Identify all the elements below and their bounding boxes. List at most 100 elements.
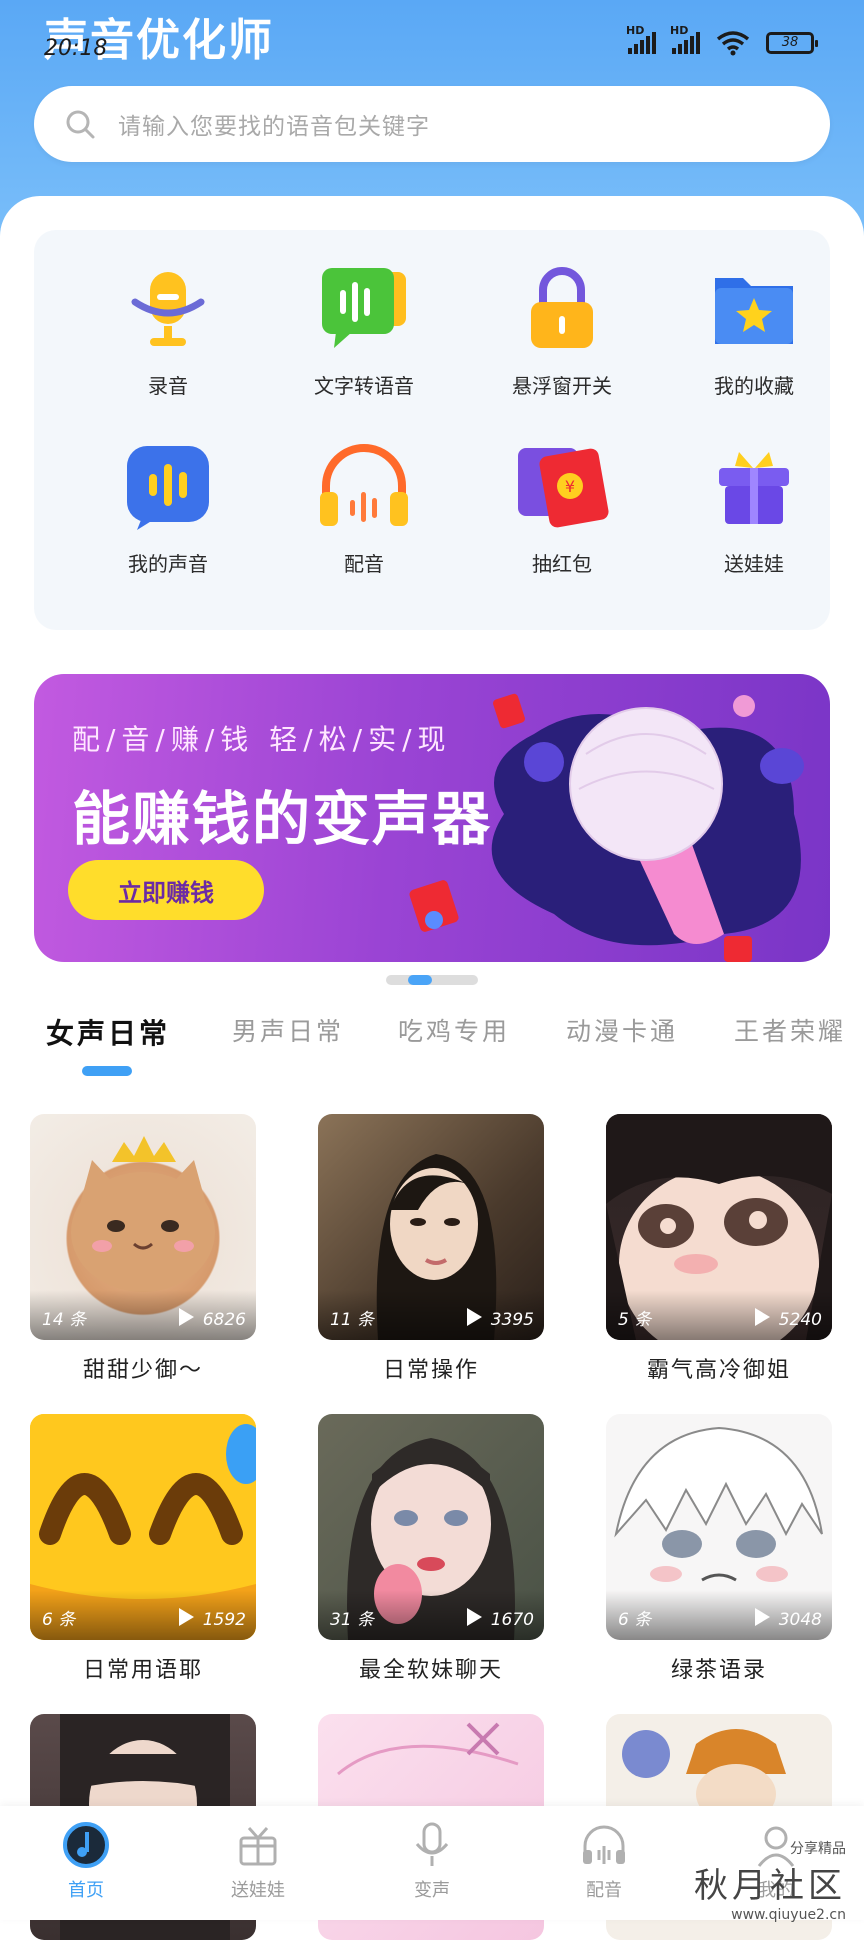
tab-male-daily[interactable]: 男声日常: [232, 1012, 344, 1048]
clip-count: 11 条: [330, 1310, 375, 1330]
wifi-icon: [716, 31, 750, 56]
card-thumbnail: 11 条 3395: [318, 1114, 544, 1340]
nav-voice-change[interactable]: 变声: [372, 1820, 492, 1902]
nav-label: 送娃娃: [231, 1880, 285, 1901]
card-thumbnail: 6 条 1592: [30, 1414, 256, 1640]
headphones-icon: [320, 444, 408, 526]
banner-subtitle: 配/音/赚/钱 轻/松/实/现: [72, 723, 452, 756]
tab-anime[interactable]: 动漫卡通: [566, 1012, 678, 1048]
voice-pack-card[interactable]: 31 条 1670 最全软妹聊天: [318, 1414, 544, 1684]
signal-hd-label: HD: [670, 24, 689, 37]
card-title: 霸气高冷御姐: [646, 1358, 791, 1383]
gift-icon: [239, 1826, 277, 1866]
clip-count: 6 条: [42, 1610, 76, 1630]
card-title: 日常用语耶: [82, 1658, 203, 1683]
tab-pubg[interactable]: 吃鸡专用: [398, 1012, 510, 1048]
svg-text:¥: ¥: [565, 477, 575, 496]
feature-my-voice[interactable]: 我的声音: [78, 442, 258, 577]
lock-icon: [531, 267, 593, 348]
play-icon: [755, 1608, 770, 1626]
nav-dubbing[interactable]: 配音: [544, 1820, 664, 1902]
feature-gift[interactable]: 送娃娃: [664, 442, 844, 577]
watermark-line2: 秋月社区: [694, 1866, 846, 1906]
tab-indicator: [82, 1066, 132, 1076]
nav-label: 首页: [68, 1880, 104, 1901]
nav-gift[interactable]: 送娃娃: [198, 1820, 318, 1902]
play-icon: [467, 1608, 482, 1626]
soundwave-icon: [127, 446, 209, 530]
red-envelope-icon: ¥: [518, 448, 609, 528]
star-folder-icon: [715, 278, 793, 344]
card-thumbnail: 14 条 6826: [30, 1114, 256, 1340]
microphone-icon: [415, 1822, 449, 1866]
card-thumbnail: 5 条 5240: [606, 1114, 832, 1340]
feature-label: 抽红包: [532, 552, 592, 576]
status-time: 20:18: [44, 36, 108, 61]
feature-record[interactable]: 录音: [78, 264, 258, 399]
watermark: 分享精品 秋月社区 www.qiuyue2.cn: [694, 1838, 846, 1923]
clip-count: 31 条: [330, 1610, 375, 1630]
play-icon: [467, 1308, 482, 1326]
signal-hd-label: HD: [626, 24, 645, 37]
feature-label: 我的收藏: [714, 374, 794, 398]
carousel-indicator-active: [408, 975, 432, 985]
card-title: 绿茶语录: [670, 1658, 767, 1683]
feature-label: 配音: [344, 552, 384, 576]
search-icon: [66, 110, 95, 139]
status-bar-icons: HD HD 38: [626, 24, 818, 56]
voice-pack-card[interactable]: 6 条 3048 绿茶语录: [606, 1414, 832, 1684]
nav-label: 配音: [586, 1880, 622, 1901]
feature-label: 录音: [148, 374, 188, 398]
nav-home[interactable]: 首页: [26, 1820, 146, 1902]
watermark-line3: www.qiuyue2.cn: [731, 1907, 846, 1923]
signal-icon: HD: [670, 24, 700, 54]
feature-red-envelope[interactable]: ¥ 抽红包: [472, 442, 652, 577]
feature-tts[interactable]: 文字转语音: [274, 264, 454, 399]
feature-float-window[interactable]: 悬浮窗开关: [472, 264, 652, 399]
play-icon: [755, 1308, 770, 1326]
home-disc-icon: [63, 1822, 109, 1868]
tab-honor-of-kings[interactable]: 王者荣耀: [734, 1012, 846, 1048]
play-count: 1592: [202, 1610, 246, 1630]
voice-pack-card[interactable]: 6 条 1592 日常用语耶: [30, 1414, 256, 1684]
play-count: 5240: [778, 1310, 822, 1330]
clip-count: 14 条: [42, 1310, 87, 1330]
feature-dubbing[interactable]: 配音: [274, 442, 454, 577]
card-title: 最全软妹聊天: [358, 1658, 503, 1683]
promo-banner[interactable]: 配/音/赚/钱 轻/松/实/现 能赚钱的变声器 立即赚钱: [34, 674, 830, 962]
feature-label: 悬浮窗开关: [512, 374, 612, 398]
card-title: 甜甜少御～: [82, 1358, 203, 1383]
category-tabs: 女声日常 男声日常 吃鸡专用 动漫卡通 王者荣耀: [0, 1012, 864, 1102]
feature-label: 文字转语音: [314, 374, 414, 398]
play-icon: [179, 1608, 194, 1626]
play-count: 6826: [202, 1310, 246, 1330]
play-count: 3048: [778, 1610, 822, 1630]
play-icon: [179, 1308, 194, 1326]
gift-icon: [719, 452, 789, 524]
voice-pack-card[interactable]: 14 条 6826 甜甜少御～: [30, 1114, 256, 1384]
voice-pack-card[interactable]: 5 条 5240 霸气高冷御姐: [606, 1114, 832, 1384]
earn-now-button[interactable]: 立即赚钱: [68, 860, 264, 920]
feature-grid: 录音 文字转语音 悬浮窗开关 我的收藏 我的声音 配音 ¥ 抽红包 送娃娃: [34, 230, 830, 630]
clip-count: 5 条: [618, 1310, 652, 1330]
card-thumbnail: 31 条 1670: [318, 1414, 544, 1640]
feature-label: 我的声音: [128, 552, 208, 576]
card-thumbnail: 6 条 3048: [606, 1414, 832, 1640]
signal-icon: HD: [626, 24, 656, 54]
headphones-icon: [583, 1825, 625, 1864]
microphone-icon: [131, 272, 205, 346]
chat-bubble-icon: [322, 268, 406, 348]
nav-label: 变声: [414, 1880, 450, 1901]
search-bar[interactable]: 请输入您要找的语音包关键字: [34, 86, 830, 162]
carousel-indicator: [386, 975, 478, 985]
watermark-line1: 分享精品: [790, 1841, 846, 1857]
card-title: 日常操作: [382, 1358, 479, 1383]
feature-favorites[interactable]: 我的收藏: [664, 264, 844, 399]
search-placeholder: 请输入您要找的语音包关键字: [118, 114, 430, 140]
voice-pack-card[interactable]: 11 条 3395 日常操作: [318, 1114, 544, 1384]
clip-count: 6 条: [618, 1610, 652, 1630]
play-count: 1670: [490, 1610, 534, 1630]
play-count: 3395: [490, 1310, 534, 1330]
tab-female-daily[interactable]: 女声日常: [46, 1012, 170, 1052]
feature-label: 送娃娃: [724, 552, 784, 576]
